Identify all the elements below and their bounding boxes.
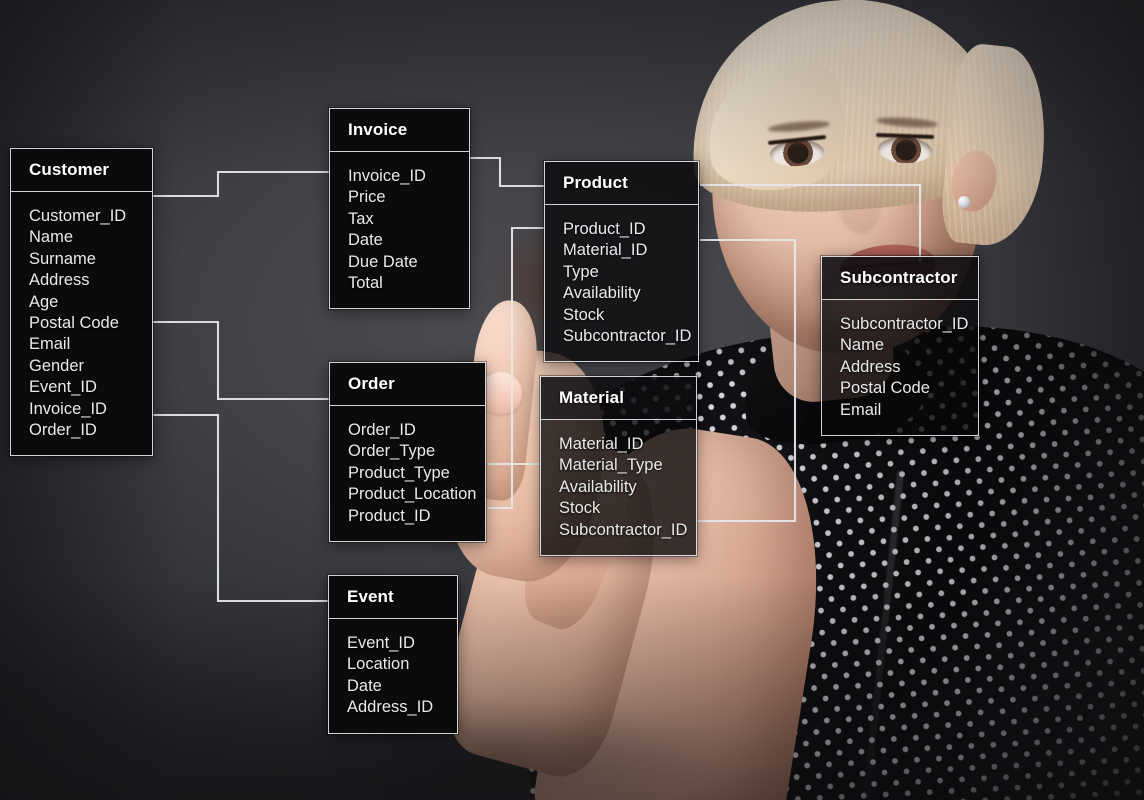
attribute: Type [563, 262, 599, 281]
entity-material[interactable]: Material Material_ID Material_Type Avail… [540, 376, 697, 557]
entity-invoice-title: Invoice [330, 109, 469, 152]
attribute: Order_ID [348, 421, 416, 439]
attribute: Material_ID [559, 435, 644, 453]
attribute: Email [840, 400, 882, 419]
entity-subcontractor-attributes: Subcontractor_ID Name Address Postal Cod… [822, 300, 978, 436]
entity-customer[interactable]: Customer Customer_ID Name Surname Addres… [10, 148, 153, 457]
attribute: Product_ID [348, 506, 431, 525]
connector-customer-invoice [152, 170, 330, 198]
attribute: Subcontractor_ID [559, 520, 688, 539]
entity-event[interactable]: Event Event_ID Location Date Address_ID [328, 575, 458, 734]
attribute: Product_Location [348, 485, 477, 504]
entity-subcontractor[interactable]: Subcontractor Subcontractor_ID Name Addr… [821, 256, 979, 437]
entity-customer-attributes: Customer_ID Name Surname Address Age Pos… [11, 192, 152, 456]
attribute: Stock [563, 305, 605, 324]
attribute: Event_ID [347, 634, 415, 652]
attribute: Invoice_ID [29, 399, 107, 418]
entity-customer-title: Customer [11, 149, 152, 192]
entity-material-title: Material [541, 377, 696, 420]
attribute: Material_Type [559, 456, 663, 475]
attribute: Price [348, 188, 386, 207]
attribute: Location [347, 655, 410, 674]
attribute: Postal Code [29, 314, 119, 333]
attribute: Gender [29, 356, 85, 375]
attribute: Due Date [348, 252, 418, 271]
attribute: Address_ID [347, 698, 434, 717]
attribute: Order_Type [348, 442, 436, 461]
entity-event-title: Event [329, 576, 457, 619]
attribute: Product_ID [563, 220, 646, 238]
entity-material-attributes: Material_ID Material_Type Availability S… [541, 420, 696, 556]
entity-invoice[interactable]: Invoice Invoice_ID Price Tax Date Due Da… [329, 108, 470, 310]
connector-material-subcontractor [697, 238, 797, 523]
connector-customer-order [152, 320, 330, 401]
entity-order-title: Order [330, 363, 485, 406]
attribute: Date [347, 676, 382, 695]
entity-event-attributes: Event_ID Location Date Address_ID [329, 619, 457, 733]
connector-product-subcontractor [700, 183, 922, 262]
entity-order[interactable]: Order Order_ID Order_Type Product_Type P… [329, 362, 486, 543]
attribute: Subcontractor_ID [840, 315, 969, 333]
attribute: Stock [559, 499, 601, 518]
entity-product[interactable]: Product Product_ID Material_ID Type Avai… [544, 161, 699, 363]
attribute: Availability [563, 284, 641, 303]
attribute: Name [29, 228, 74, 247]
connector-product-order [488, 226, 545, 510]
attribute: Invoice_ID [348, 167, 426, 185]
attribute: Address [840, 357, 901, 376]
connector-invoice-product [470, 156, 545, 188]
attribute: Product_Type [348, 463, 450, 482]
connector-customer-event [152, 413, 328, 603]
entity-subcontractor-title: Subcontractor [822, 257, 978, 300]
entity-order-attributes: Order_ID Order_Type Product_Type Product… [330, 406, 485, 542]
attribute: Name [840, 336, 885, 355]
attribute: Customer_ID [29, 207, 127, 225]
attribute: Postal Code [840, 379, 930, 398]
entity-product-attributes: Product_ID Material_ID Type Availability… [545, 205, 698, 362]
attribute: Date [348, 231, 383, 250]
attribute: Total [348, 274, 383, 293]
attribute: Material_ID [563, 241, 648, 260]
entity-product-title: Product [545, 162, 698, 205]
er-diagram: Customer Customer_ID Name Surname Addres… [0, 0, 1144, 800]
attribute: Surname [29, 249, 96, 268]
attribute: Availability [559, 477, 637, 496]
attribute: Tax [348, 209, 374, 228]
attribute: Order_ID [29, 421, 97, 440]
attribute: Age [29, 292, 59, 311]
attribute: Event_ID [29, 378, 97, 397]
attribute: Subcontractor_ID [563, 327, 692, 346]
entity-invoice-attributes: Invoice_ID Price Tax Date Due Date Total [330, 152, 469, 309]
attribute: Email [29, 335, 71, 354]
attribute: Address [29, 271, 90, 290]
